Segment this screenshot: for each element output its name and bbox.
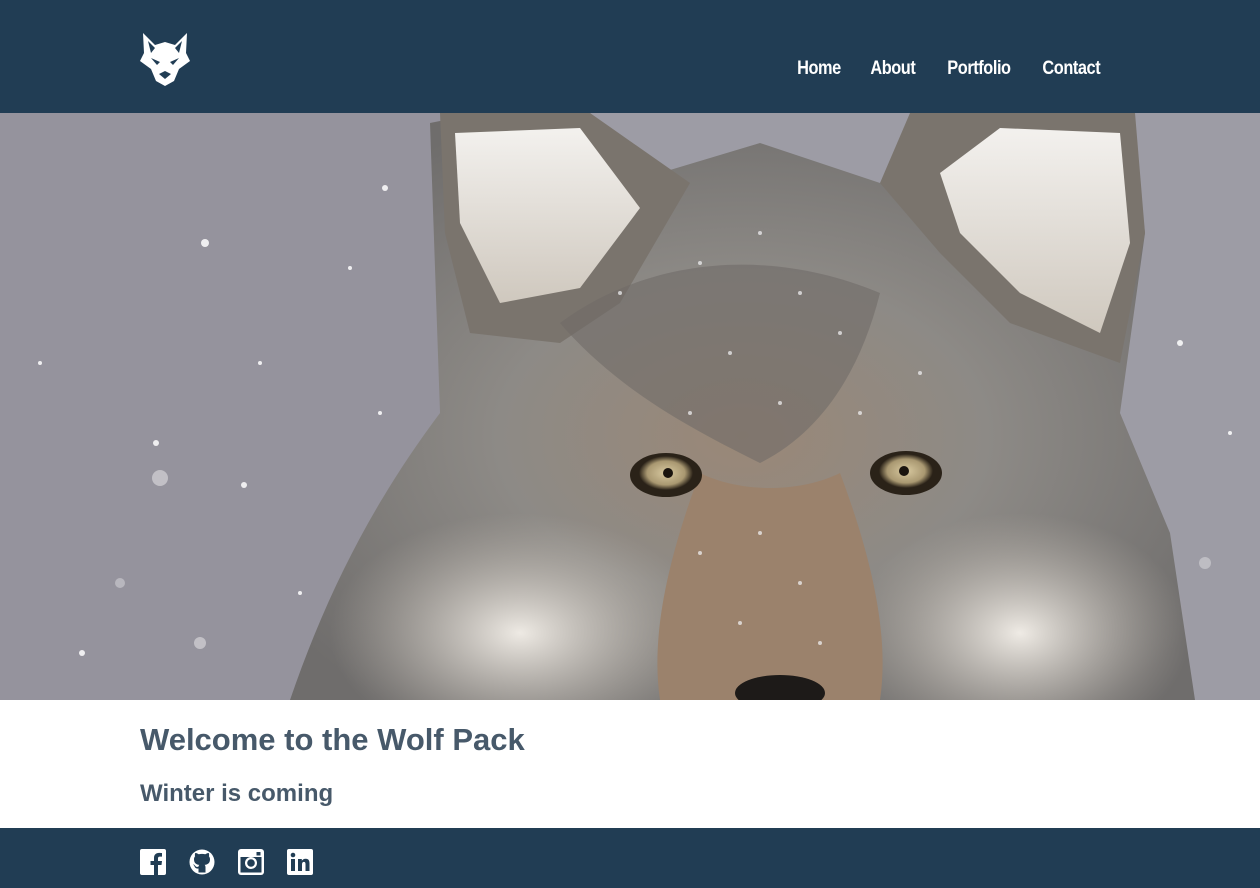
instagram-icon[interactable] — [238, 849, 264, 875]
wolf-photo — [0, 113, 1260, 700]
main-nav: Home About Portfolio Contact — [790, 58, 1100, 80]
social-links — [140, 849, 313, 875]
github-icon[interactable] — [189, 849, 215, 875]
site-header: Home About Portfolio Contact — [0, 0, 1260, 113]
nav-portfolio-link[interactable]: Portfolio — [947, 58, 1011, 80]
nav-about-link[interactable]: About — [870, 58, 915, 80]
wolf-head-icon — [140, 33, 190, 86]
nav-home-link[interactable]: Home — [797, 58, 841, 80]
page-subtitle: Winter is coming — [140, 780, 334, 807]
nav-contact-link[interactable]: Contact — [1042, 58, 1100, 80]
intro-section: Welcome to the Wolf Pack Winter is comin… — [0, 700, 1260, 828]
wolf-logo-icon[interactable] — [139, 31, 191, 87]
linkedin-icon[interactable] — [287, 849, 313, 875]
facebook-icon[interactable] — [140, 849, 166, 875]
hero-image — [0, 113, 1260, 700]
page-title: Welcome to the Wolf Pack — [140, 722, 525, 757]
site-footer — [0, 828, 1260, 888]
